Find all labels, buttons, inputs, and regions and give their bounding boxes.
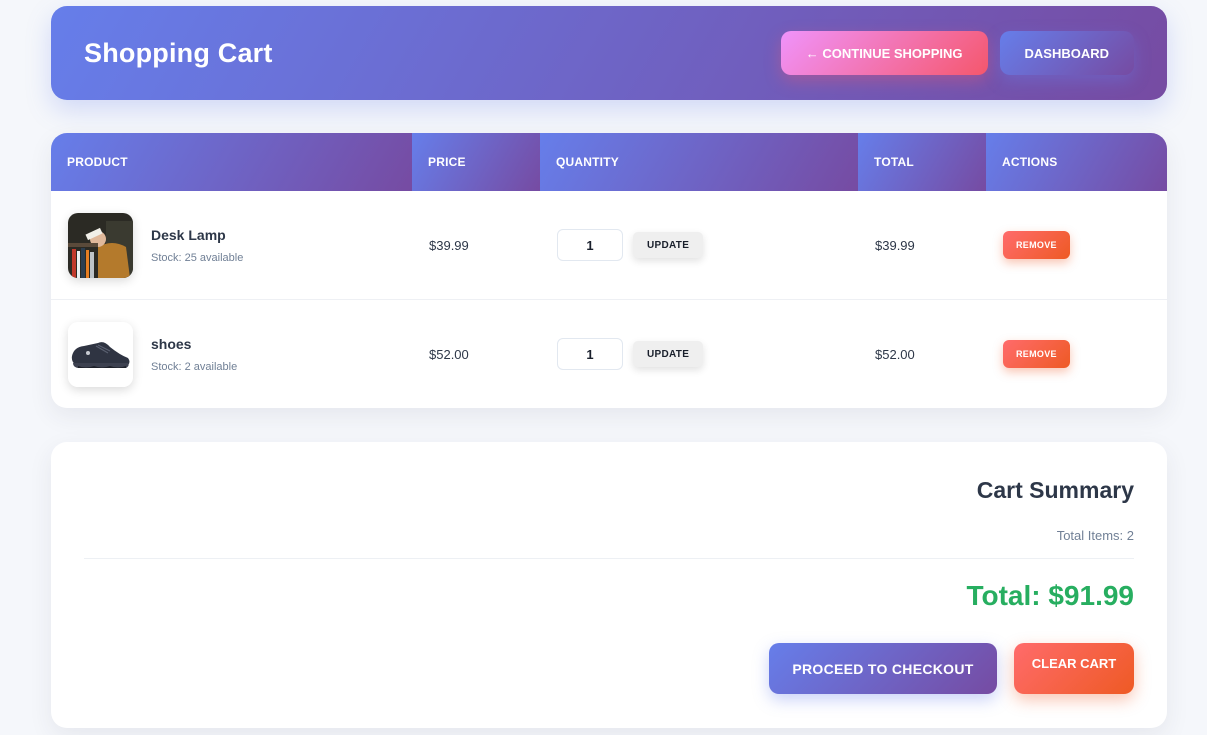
quantity-input[interactable] (557, 229, 623, 261)
remove-button[interactable]: REMOVE (1003, 231, 1070, 259)
page-title: Shopping Cart (84, 37, 273, 68)
desk-lamp-image (68, 212, 133, 278)
quantity-cell: UPDATE (540, 338, 858, 370)
remove-button[interactable]: REMOVE (1003, 340, 1070, 368)
cart-table: PRODUCT PRICE QUANTITY TOTAL ACTIONS Des… (51, 133, 1167, 408)
column-header-actions: ACTIONS (986, 133, 1167, 191)
column-header-price: PRICE (412, 133, 540, 191)
summary-title: Cart Summary (976, 477, 1134, 503)
dashboard-button[interactable]: DASHBOARD (999, 31, 1134, 75)
cart-page: Shopping Cart ← CONTINUE SHOPPING DASHBO… (0, 0, 1207, 735)
actions-cell: REMOVE (986, 340, 1167, 368)
total-items: Total Items: 2 (1056, 528, 1134, 543)
product-name[interactable]: shoes (151, 336, 237, 352)
table-row: shoes Stock: 2 available $52.00 UPDATE $… (51, 300, 1167, 408)
summary-divider (84, 558, 1134, 559)
clear-cart-button[interactable]: CLEAR CART (1014, 643, 1134, 694)
quantity-input[interactable] (557, 338, 623, 370)
table-row: Desk Lamp Stock: 25 available $39.99 UPD… (51, 191, 1167, 300)
total-cell: $52.00 (875, 346, 915, 362)
table-header: PRODUCT PRICE QUANTITY TOTAL ACTIONS (51, 133, 1167, 191)
column-header-total: TOTAL (858, 133, 986, 191)
header-actions: ← CONTINUE SHOPPING DASHBOARD (780, 31, 1134, 75)
price-cell: $52.00 (429, 346, 469, 362)
shoe-image (68, 321, 133, 387)
product-cell: Desk Lamp Stock: 25 available (51, 212, 412, 278)
proceed-to-checkout-button[interactable]: PROCEED TO CHECKOUT (769, 643, 997, 694)
update-button[interactable]: UPDATE (633, 341, 704, 367)
cart-total: Total: $91.99 (966, 580, 1134, 611)
shoe-photo-icon (68, 321, 133, 387)
total-cell: $39.99 (875, 237, 915, 253)
product-stock: Stock: 25 available (151, 251, 244, 264)
actions-cell: REMOVE (986, 231, 1167, 259)
desk-lamp-photo-icon (68, 212, 133, 278)
summary-actions: PROCEED TO CHECKOUT CLEAR CART (769, 643, 1134, 694)
product-cell: shoes Stock: 2 available (51, 321, 412, 387)
column-header-quantity: QUANTITY (540, 133, 858, 191)
cart-summary: Cart Summary Total Items: 2 Total: $91.9… (51, 442, 1167, 728)
page-header: Shopping Cart ← CONTINUE SHOPPING DASHBO… (51, 6, 1167, 100)
product-info: Desk Lamp Stock: 25 available (151, 227, 243, 264)
column-header-product: PRODUCT (51, 133, 412, 191)
product-info: shoes Stock: 2 available (151, 336, 237, 373)
quantity-cell: UPDATE (540, 229, 858, 261)
product-stock: Stock: 2 available (151, 360, 238, 373)
price-cell: $39.99 (429, 237, 469, 253)
product-name[interactable]: Desk Lamp (151, 227, 243, 243)
update-button[interactable]: UPDATE (633, 232, 704, 258)
continue-shopping-button[interactable]: ← CONTINUE SHOPPING (780, 31, 988, 75)
